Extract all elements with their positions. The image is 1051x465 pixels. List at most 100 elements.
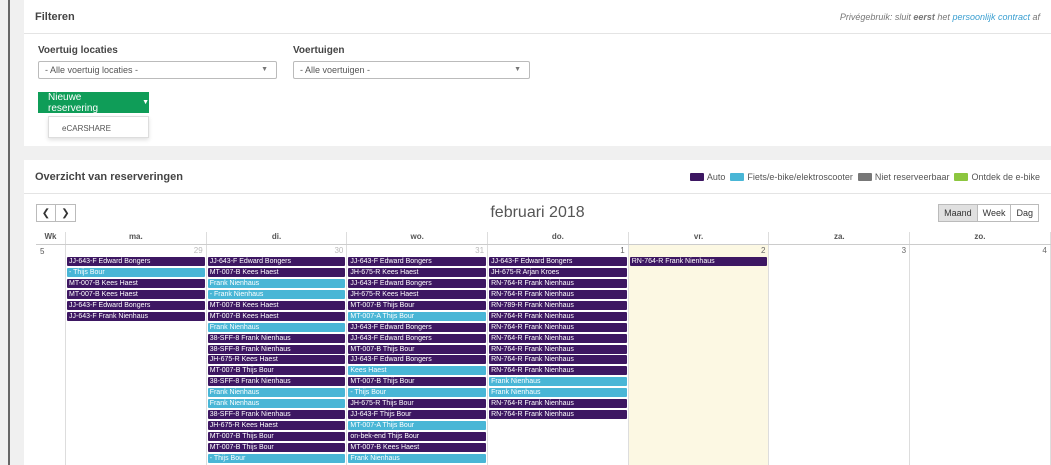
day-number: 3 bbox=[901, 246, 907, 255]
new-reservation-button[interactable]: Nieuwe reservering ▼ bbox=[38, 92, 149, 114]
reservation-event[interactable]: RN-764-R Frank Nienhaus bbox=[489, 399, 627, 409]
reservation-event[interactable]: - Thijs Bour bbox=[67, 267, 205, 277]
reservations-panel: Overzicht van reserveringen Auto Fiets/e-… bbox=[24, 160, 1051, 465]
day-cell[interactable]: 2 RN-764-R Frank Nienhaus bbox=[628, 245, 770, 465]
reservation-event[interactable]: - Frank Nienhaus bbox=[207, 289, 346, 299]
reservation-event[interactable]: MT-007-B Thijs Bour bbox=[207, 366, 346, 376]
day-number: 31 bbox=[475, 246, 485, 255]
reservation-event[interactable]: JH-675-R Arjan Kroes bbox=[489, 267, 627, 277]
reservation-event[interactable]: RN-764-R Frank Nienhaus bbox=[489, 333, 627, 343]
reservation-event[interactable]: Kees Haest bbox=[348, 366, 487, 376]
reservation-event[interactable]: MT-007-B Kees Haest bbox=[207, 267, 346, 277]
reservation-event[interactable]: - Thijs Bour bbox=[207, 453, 346, 463]
day-cell[interactable]: 4 bbox=[910, 245, 1051, 465]
reservation-event[interactable]: 38-SFF-8 Frank Nienhaus bbox=[207, 333, 346, 343]
reservation-event[interactable]: MT-007-A Thijs Bour bbox=[348, 311, 487, 321]
reservation-event[interactable]: 38-SFF-8 Frank Nienhaus bbox=[207, 410, 346, 420]
personal-contract-link[interactable]: persoonlijk contract bbox=[952, 12, 1030, 22]
reservation-event[interactable]: Frank Nienhaus bbox=[348, 453, 487, 463]
reservation-event[interactable]: JJ-643-F Edward Bongers bbox=[348, 257, 487, 266]
reservation-event[interactable]: MT-007-B Thijs Bour bbox=[348, 300, 487, 310]
reservation-event[interactable]: JJ-643-F Edward Bongers bbox=[67, 300, 205, 310]
day-cell[interactable]: 1 JJ-643-F Edward Bongers JH-675-R Arjan K… bbox=[488, 245, 629, 465]
reservation-event[interactable]: JJ-643-F Edward Bongers bbox=[348, 322, 487, 332]
view-button-maand[interactable]: Maand bbox=[938, 204, 978, 222]
reservation-event[interactable]: RN-789-R Frank Nienhaus bbox=[489, 300, 627, 310]
day-number: 2 bbox=[760, 246, 766, 255]
reservation-event[interactable]: JJ-643-F Edward Bongers bbox=[348, 278, 487, 288]
legend: Auto Fiets/e-bike/elektroscooter Niet rese… bbox=[685, 172, 1040, 182]
reservation-event[interactable]: JH-675-R Kees Haest bbox=[207, 421, 346, 431]
day-header: zo. bbox=[910, 232, 1051, 244]
reservation-event[interactable]: RN-764-R Frank Nienhaus bbox=[489, 278, 627, 288]
week-column-header: Wk bbox=[36, 232, 66, 244]
reservation-event[interactable]: Frank Nienhaus bbox=[207, 278, 346, 288]
reservation-event[interactable]: MT-007-A Thijs Bour bbox=[348, 421, 487, 431]
day-cell[interactable]: 30 JJ-643-F Edward Bongers MT-007-B Kees H… bbox=[207, 245, 348, 465]
reservation-event[interactable]: on-bek-end Thijs Bour bbox=[348, 432, 487, 441]
view-switcher: Maand Week Dag bbox=[938, 204, 1039, 222]
reservation-event[interactable]: MT-007-B Thijs Bour bbox=[348, 377, 487, 387]
day-cell[interactable]: 29 JJ-643-F Edward Bongers - Thijs Bour MT-… bbox=[66, 245, 207, 465]
reservation-event[interactable]: MT-007-B Kees Haest bbox=[207, 300, 346, 310]
reservation-event[interactable]: MT-007-B Kees Haest bbox=[348, 442, 487, 452]
dropdown-item-ecarshare[interactable]: eCARSHARE bbox=[62, 124, 111, 133]
legend-swatch bbox=[954, 172, 969, 181]
reservation-event[interactable]: JH-675-R Kees Haest bbox=[348, 289, 487, 299]
day-events: JJ-643-F Edward Bongers MT-007-B Kees Hae… bbox=[207, 257, 346, 465]
reservation-event[interactable]: Frank Nienhaus bbox=[207, 388, 346, 398]
chevron-down-icon: ▼ bbox=[261, 66, 268, 73]
week-number: 5 bbox=[40, 247, 45, 256]
reservation-event[interactable]: JJ-643-F Frank Nienhaus bbox=[67, 311, 205, 321]
reservation-event[interactable]: RN-764-R Frank Nienhaus bbox=[489, 289, 627, 299]
reservation-event[interactable]: MT-007-B Thijs Bour bbox=[207, 442, 346, 452]
reservation-event[interactable]: - Thijs Bour bbox=[348, 388, 487, 398]
day-header: wo. bbox=[347, 232, 489, 244]
vehicle-select[interactable]: - Alle voertuigen - ▼ bbox=[293, 61, 530, 79]
reservation-event[interactable]: 38-SFF-8 Frank Nienhaus bbox=[207, 377, 346, 387]
reservation-event[interactable]: RN-764-R Frank Nienhaus bbox=[629, 257, 768, 266]
reservation-event[interactable]: JJ-643-F Edward Bongers bbox=[207, 257, 346, 266]
filters-panel: Filteren Privégebruik: sluit eerst het p… bbox=[24, 0, 1051, 146]
view-button-dag[interactable]: Dag bbox=[1011, 204, 1039, 222]
reservation-event[interactable]: Frank Nienhaus bbox=[489, 377, 627, 387]
reservation-event[interactable]: MT-007-B Kees Haest bbox=[207, 311, 346, 321]
reservation-event[interactable]: JH-675-R Thijs Bour bbox=[348, 399, 487, 409]
day-number: 30 bbox=[334, 246, 344, 255]
month-title: februari 2018 bbox=[490, 204, 585, 221]
reservation-event[interactable]: JH-675-R Kees Haest bbox=[207, 355, 346, 365]
reservation-event[interactable]: JH-675-R Kees Haest bbox=[348, 267, 487, 277]
reservation-event[interactable]: Frank Nienhaus bbox=[489, 388, 627, 398]
reservation-event[interactable]: Frank Nienhaus bbox=[207, 322, 346, 332]
view-button-week[interactable]: Week bbox=[977, 204, 1012, 222]
reservation-event[interactable]: RN-764-R Frank Nienhaus bbox=[489, 322, 627, 332]
week-number-cell: 5 bbox=[36, 245, 66, 465]
day-cell[interactable]: 31 JJ-643-F Edward Bongers JH-675-R Kees H… bbox=[347, 245, 489, 465]
reservation-event[interactable]: JJ-643-F Edward Bongers bbox=[67, 257, 205, 266]
reservation-event[interactable]: RN-764-R Frank Nienhaus bbox=[489, 311, 627, 321]
reservation-event[interactable]: RN-764-R Frank Nienhaus bbox=[489, 410, 627, 420]
location-select[interactable]: - Alle voertuig locaties - ▼ bbox=[38, 61, 277, 79]
reservation-event[interactable]: RN-764-R Frank Nienhaus bbox=[489, 366, 627, 376]
reservation-event[interactable]: RN-764-R Frank Nienhaus bbox=[489, 355, 627, 365]
legend-swatch bbox=[857, 172, 872, 181]
reservation-event[interactable]: 38-SFF-8 Frank Nienhaus bbox=[207, 344, 346, 354]
day-cell[interactable]: 3 bbox=[769, 245, 911, 465]
reservation-event[interactable]: JJ-643-F Edward Bongers bbox=[348, 355, 487, 365]
reservation-event[interactable]: MT-007-B Thijs Bour bbox=[207, 432, 346, 441]
reservation-event[interactable]: Frank Nienhaus bbox=[207, 399, 346, 409]
vehicle-label: Voertuigen bbox=[293, 45, 345, 56]
left-border bbox=[8, 0, 10, 465]
reservation-event[interactable]: JJ-643-F Edward Bongers bbox=[348, 333, 487, 343]
day-header: do. bbox=[488, 232, 629, 244]
legend-label: Niet reserveerbaar bbox=[874, 171, 950, 182]
reservation-event[interactable]: MT-007-B Kees Haest bbox=[67, 289, 205, 299]
day-events: JJ-643-F Edward Bongers JH-675-R Kees Hae… bbox=[348, 257, 487, 465]
location-label: Voertuig locaties bbox=[38, 45, 118, 56]
reservation-event[interactable]: JJ-643-F Edward Bongers bbox=[489, 257, 627, 266]
reservation-event[interactable]: MT-007-B Thijs Bour bbox=[348, 344, 487, 354]
reservation-event[interactable]: JJ-643-F Thijs Bour bbox=[348, 410, 487, 420]
legend-label: Fiets/e-bike/elektroscooter bbox=[747, 171, 853, 182]
reservation-event[interactable]: MT-007-B Kees Haest bbox=[67, 278, 205, 288]
reservation-event[interactable]: RN-764-R Frank Nienhaus bbox=[489, 344, 627, 354]
